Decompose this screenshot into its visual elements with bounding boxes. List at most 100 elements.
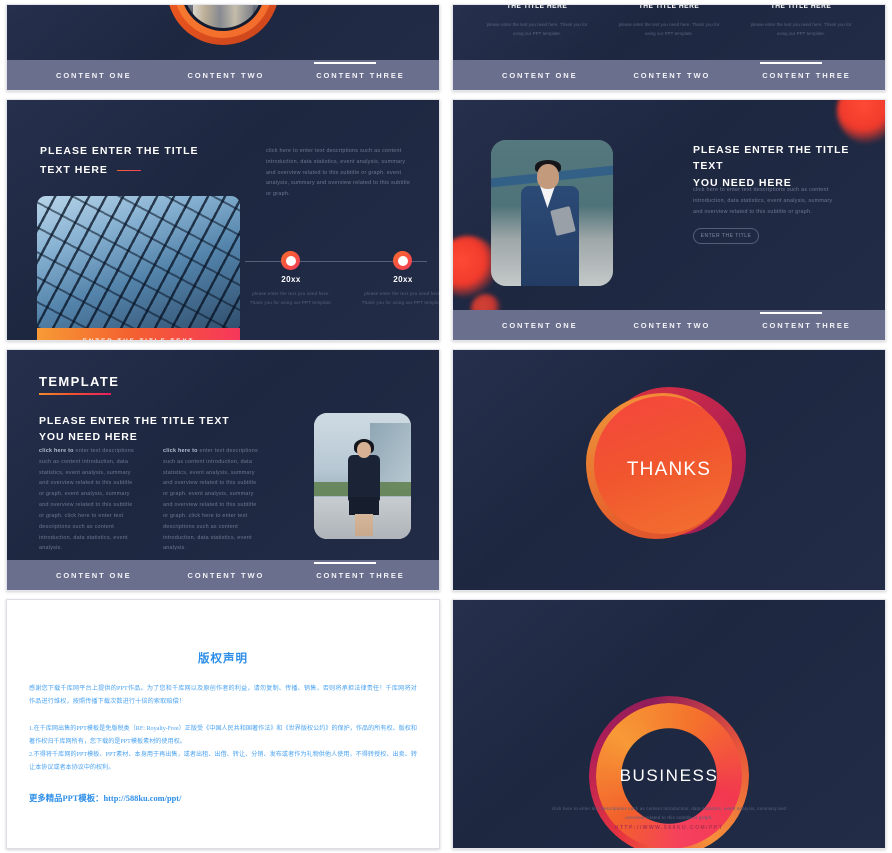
timeline-note-2: please enter the text you need here. Tha…	[361, 291, 440, 305]
photo-figure-legs	[355, 514, 373, 536]
copyright-paragraph: 感谢您下载千库网平台上提供的PPT作品。为了您和千库网以及原创作者的利益，请勿复…	[29, 686, 417, 706]
column-3-title: PLEASE ENTER THE TITLE HERE	[746, 4, 856, 12]
nav-item-content-two[interactable]: CONTENT TWO	[185, 571, 266, 580]
copyright-term-1: 1.在千库网出售的PPT模板是免版税类（RF: Royalty-Free）正版受…	[29, 726, 417, 746]
photo-figure-skirt	[349, 497, 379, 515]
nav-item-content-two[interactable]: CONTENT TWO	[631, 321, 712, 330]
enter-the-title-button[interactable]: ENTER THE TITLE	[693, 228, 759, 244]
slide-businessman[interactable]: PLEASE ENTER THE TITLE TEXT YOU NEED HER…	[452, 99, 886, 341]
slide3-title-line1: PLEASE ENTER THE TITLE	[40, 145, 199, 157]
building-photo-inner	[37, 196, 240, 328]
circle-photo	[184, 5, 262, 28]
slide-copyright-notice[interactable]: 版权声明 感谢您下载千库网平台上提供的PPT作品。为了您和千库网以及原创作者的利…	[6, 599, 440, 849]
copyright-link-label: 更多精品PPT模板：	[29, 793, 104, 803]
template-brand: TEMPLATE	[39, 374, 120, 396]
business-url[interactable]: HTTP://WWW.588KU.COM/PPT	[453, 825, 885, 831]
slide-three-columns[interactable]: PLEASE ENTER THE TITLE HERE please enter…	[452, 4, 886, 91]
slide-cell-7: 版权声明 感谢您下载千库网平台上提供的PPT作品。为了您和千库网以及原创作者的利…	[0, 595, 446, 853]
slide-thanks[interactable]: THANKS	[452, 349, 886, 591]
slide-template-two-columns[interactable]: TEMPLATE PLEASE ENTER THE TITLE TEXT YOU…	[6, 349, 440, 591]
column-3-title-line2: THE TITLE HERE	[770, 4, 832, 10]
slide3-description: click here to enter text descriptions su…	[266, 148, 411, 198]
slide-navbar: CONTENT ONE CONTENT TWO CONTENT THREE	[7, 60, 439, 90]
timeline: 20xx 20xx please enter the text you need…	[245, 251, 439, 305]
nav-item-content-two[interactable]: CONTENT TWO	[185, 71, 266, 80]
businessman-photo	[491, 140, 613, 286]
slide-navbar: CONTENT ONE CONTENT TWO CONTENT THREE	[453, 310, 885, 340]
slide5-column-2-body: enter text descriptions such as content …	[163, 448, 258, 552]
column-2: PLEASE ENTER THE TITLE HERE please enter…	[614, 4, 724, 38]
column-2-body: please enter the text you need here. Tha…	[618, 22, 720, 37]
copyright-link-row[interactable]: 更多精品PPT模板：http://588ku.com/ppt/	[29, 792, 417, 804]
business-label: BUSINESS	[619, 766, 719, 785]
timeline-node-dot-icon	[397, 255, 408, 266]
slide3-title-line2: TEXT HERE	[40, 164, 108, 177]
slide5-title: PLEASE ENTER THE TITLE TEXT YOU NEED HER…	[39, 413, 249, 446]
slide-cell-5: TEMPLATE PLEASE ENTER THE TITLE TEXT YOU…	[0, 345, 446, 595]
nav-item-content-two[interactable]: CONTENT TWO	[631, 71, 712, 80]
timeline-year-2: 20xx	[393, 275, 413, 284]
businesswoman-photo	[314, 413, 411, 539]
template-brand-label: TEMPLATE	[39, 374, 120, 389]
title-accent-dash-icon	[116, 169, 141, 172]
photo-figure-head	[537, 164, 559, 189]
slide5-column-1-body: enter text descriptions such as content …	[39, 448, 134, 552]
three-column-group: PLEASE ENTER THE TITLE HERE please enter…	[453, 4, 885, 38]
slide-business-ring[interactable]: BUSINESS click here to enter text descri…	[452, 599, 886, 849]
slide3-title-line2-wrap: TEXT HERE	[40, 161, 199, 180]
slide5-title-line2: YOU NEED HERE	[39, 431, 138, 444]
copyright-title: 版权声明	[198, 653, 248, 665]
thanks-blob-graphic: THANKS	[586, 387, 752, 553]
column-2-title-line2: THE TITLE HERE	[638, 4, 700, 10]
column-3-body: please enter the text you need here. Tha…	[750, 22, 852, 37]
slide-cell-4: PLEASE ENTER THE TITLE TEXT YOU NEED HER…	[446, 95, 892, 345]
column-3: PLEASE ENTER THE TITLE HERE please enter…	[746, 4, 856, 38]
decorative-blob-top-right	[837, 100, 885, 144]
nav-item-content-three[interactable]: CONTENT THREE	[760, 61, 852, 80]
timeline-node-1[interactable]	[281, 251, 300, 270]
enter-title-text-button[interactable]: ENTER THE TITLE TEXT	[37, 328, 240, 340]
slide4-title: PLEASE ENTER THE TITLE TEXT YOU NEED HER…	[693, 142, 871, 191]
slide-cell-1: CONTENT ONE CONTENT TWO CONTENT THREE	[0, 0, 446, 95]
slide5-column-group: click here to enter text descriptions su…	[39, 446, 260, 554]
copyright-body: 版权声明 感谢您下载千库网平台上提供的PPT作品。为了您和千库网以及原创作者的利…	[29, 614, 417, 834]
nav-item-content-one[interactable]: CONTENT ONE	[500, 71, 579, 80]
slide-thumbnail-grid: CONTENT ONE CONTENT TWO CONTENT THREE PL…	[0, 0, 892, 853]
nav-item-content-three[interactable]: CONTENT THREE	[314, 61, 406, 80]
nav-item-content-one[interactable]: CONTENT ONE	[500, 321, 579, 330]
slide-navbar: CONTENT ONE CONTENT TWO CONTENT THREE	[7, 560, 439, 590]
copyright-terms-list: 1.在千库网出售的PPT模板是免版税类（RF: Royalty-Free）正版受…	[29, 723, 417, 775]
nav-item-content-three[interactable]: CONTENT THREE	[314, 561, 406, 580]
slide4-description: click here to enter text descriptions su…	[693, 187, 833, 215]
copyright-link-url[interactable]: http://588ku.com/ppt/	[103, 794, 181, 803]
column-1-title: PLEASE ENTER THE TITLE HERE	[482, 4, 592, 12]
slide5-column-1-lead: click here to	[39, 448, 76, 454]
column-1-title-line2: THE TITLE HERE	[506, 4, 568, 10]
building-photo	[37, 196, 240, 328]
nav-item-content-three[interactable]: CONTENT THREE	[760, 311, 852, 330]
slide-cell-2: PLEASE ENTER THE TITLE HERE please enter…	[446, 0, 892, 95]
slide4-title-line1: PLEASE ENTER THE TITLE TEXT	[693, 144, 850, 173]
column-1-body: please enter the text you need here. Tha…	[486, 22, 588, 37]
photo-figure-body	[348, 455, 380, 501]
business-description: click here to enter text descriptions su…	[551, 806, 787, 820]
nav-item-content-one[interactable]: CONTENT ONE	[54, 71, 133, 80]
slide5-column-1: click here to enter text descriptions su…	[39, 446, 136, 554]
circle-photo-frame-icon	[167, 5, 279, 45]
slide5-column-2: click here to enter text descriptions su…	[163, 446, 260, 554]
slide-cell-8: BUSINESS click here to enter text descri…	[446, 595, 892, 853]
slide-navbar: CONTENT ONE CONTENT TWO CONTENT THREE	[453, 60, 885, 90]
nav-item-content-one[interactable]: CONTENT ONE	[54, 571, 133, 580]
copyright-term-2: 2.不得将千库网的PPT模板、PPT素材、本身用于再出售，或者出租、出借、转让、…	[29, 752, 417, 772]
timeline-node-2[interactable]	[393, 251, 412, 270]
slide5-title-line1: PLEASE ENTER THE TITLE TEXT	[39, 415, 230, 427]
slide-cell-6: THANKS	[446, 345, 892, 595]
slide5-column-2-lead: click here to	[163, 448, 200, 454]
slide3-title: PLEASE ENTER THE TITLE TEXT HERE	[40, 142, 199, 181]
timeline-note-1: please enter the text you need here. Tha…	[249, 291, 333, 305]
slide-building-timeline[interactable]: PLEASE ENTER THE TITLE TEXT HERE click h…	[6, 99, 440, 341]
slide-cell-3: PLEASE ENTER THE TITLE TEXT HERE click h…	[0, 95, 446, 345]
photo-figure-body	[521, 186, 579, 286]
slide-circular-photo[interactable]: CONTENT ONE CONTENT TWO CONTENT THREE	[6, 4, 440, 91]
photo-figure-head	[357, 442, 371, 458]
